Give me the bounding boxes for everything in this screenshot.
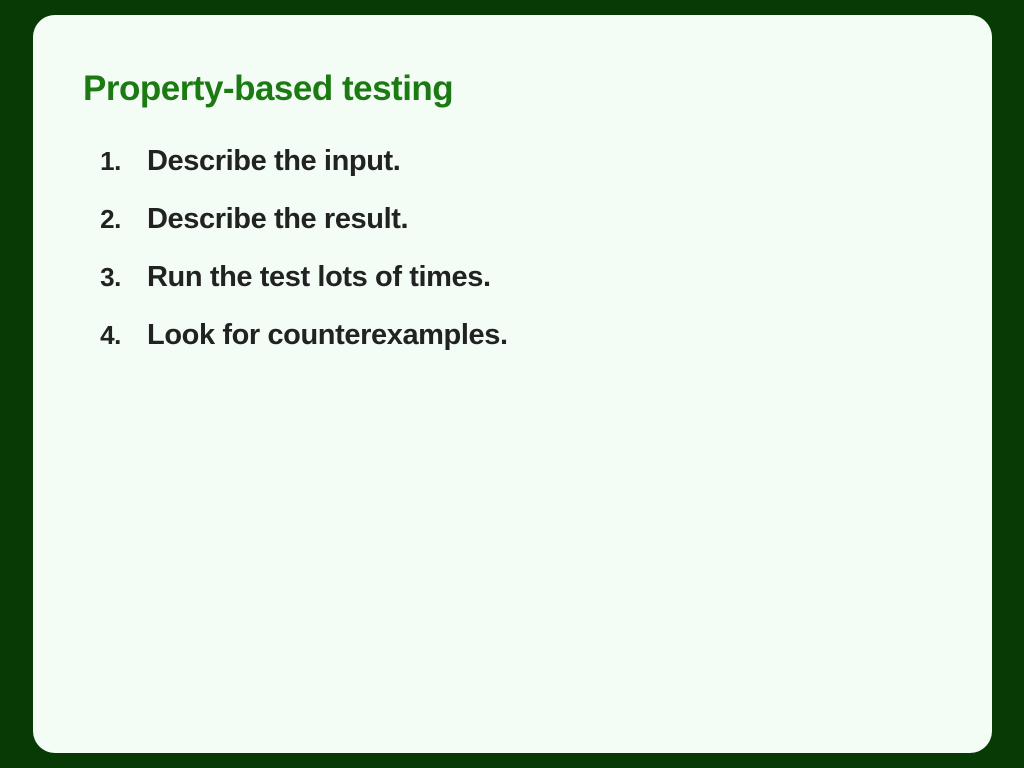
slide: Property-based testing 1. Describe the i…	[33, 15, 992, 753]
step-text: Look for counterexamples.	[147, 319, 508, 351]
step-text: Run the test lots of times.	[147, 261, 491, 293]
step-text: Describe the input.	[147, 145, 401, 177]
step-number: 2.	[100, 204, 121, 234]
slide-title: Property-based testing	[83, 69, 454, 108]
step-text: Describe the result.	[147, 203, 409, 235]
step-number: 4.	[100, 320, 121, 350]
step-number: 1.	[100, 146, 121, 176]
step-number: 3.	[100, 262, 121, 292]
